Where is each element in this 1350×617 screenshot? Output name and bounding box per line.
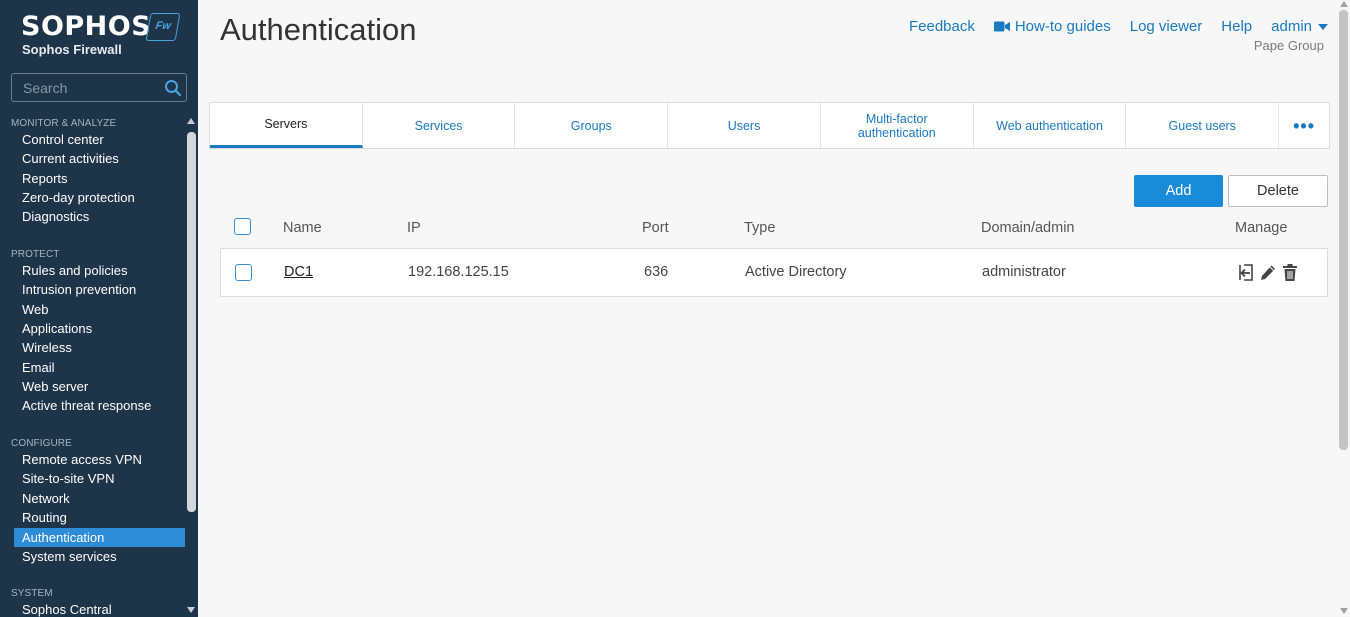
sidebar-item-zero-day-protection[interactable]: Zero-day protection [14,188,185,207]
sidebar-nav: MONITOR & ANALYZE Control center Current… [0,108,185,617]
product-name: Sophos Firewall [22,42,122,57]
search-input[interactable] [12,74,162,101]
page-title: Authentication [220,12,417,47]
main-scrollbar-thumb[interactable] [1339,10,1348,450]
server-ip: 192.168.125.15 [408,264,509,280]
tab-bar: Servers Services Groups Users Multi-fact… [209,102,1330,149]
column-header-manage: Manage [1235,220,1288,236]
more-tabs-button[interactable]: ••• [1279,103,1329,148]
nav-section-title: MONITOR & ANALYZE [11,118,117,129]
sidebar-item-rules-and-policies[interactable]: Rules and policies [14,261,185,280]
select-all-checkbox[interactable] [234,218,251,235]
server-port: 636 [644,264,669,280]
sidebar-item-diagnostics[interactable]: Diagnostics [14,207,185,226]
sidebar-item-authentication[interactable]: Authentication [14,528,185,547]
sidebar-item-routing[interactable]: Routing [14,508,185,527]
trash-icon[interactable] [1281,263,1299,282]
tab-multi-factor-authentication[interactable]: Multi-factor authentication [821,103,974,148]
sidebar-item-control-center[interactable]: Control center [14,130,185,149]
column-header-port[interactable]: Port [642,220,669,236]
sidebar-item-web-server[interactable]: Web server [14,377,185,396]
sidebar-item-remote-access-vpn[interactable]: Remote access VPN [14,450,185,469]
sidebar-item-reports[interactable]: Reports [14,169,185,188]
user-menu[interactable]: admin [1271,18,1328,35]
tab-services[interactable]: Services [363,103,516,148]
column-header-type[interactable]: Type [744,220,775,236]
column-header-domain-admin[interactable]: Domain/admin [981,220,1075,236]
tab-users[interactable]: Users [668,103,821,148]
sidebar-item-active-threat-response[interactable]: Active threat response [14,396,185,415]
sidebar-item-applications[interactable]: Applications [14,319,185,338]
server-name-link[interactable]: DC1 [284,264,313,280]
sidebar-scrollbar-thumb[interactable] [187,132,196,512]
server-type: Active Directory [745,264,847,280]
sidebar-item-network[interactable]: Network [14,489,185,508]
table-header: Name IP Port Type Domain/admin Manage [220,214,1328,246]
chevron-down-icon [1318,24,1328,30]
brand: SOPHOS Fw Sophos Firewall [21,12,186,62]
feedback-link[interactable]: Feedback [909,18,975,35]
search-icon[interactable] [164,79,182,97]
tab-web-authentication[interactable]: Web authentication [974,103,1127,148]
sidebar-item-web[interactable]: Web [14,300,185,319]
help-link[interactable]: Help [1221,18,1252,35]
search-box [11,73,187,102]
server-domain-admin: administrator [982,264,1066,280]
sidebar-item-wireless[interactable]: Wireless [14,338,185,357]
user-name: admin [1271,17,1312,35]
tab-groups[interactable]: Groups [515,103,669,148]
add-button[interactable]: Add [1134,175,1223,207]
organization-name: Pape Group [1253,38,1324,53]
pencil-icon[interactable] [1259,263,1277,282]
sophos-logo: SOPHOS [21,11,152,42]
scroll-up-arrow-icon[interactable] [187,118,195,124]
scroll-down-arrow-icon[interactable] [1340,608,1348,614]
sidebar-item-email[interactable]: Email [14,358,185,377]
delete-button[interactable]: Delete [1228,175,1328,207]
sidebar: SOPHOS Fw Sophos Firewall MONITOR & ANAL… [0,0,198,617]
column-header-name[interactable]: Name [283,220,322,236]
nav-section-title: PROTECT [11,249,60,260]
tab-servers[interactable]: Servers [210,103,363,148]
howto-guides-link[interactable]: How-to guides [993,17,1111,35]
row-manage-actions [1237,263,1303,282]
sidebar-item-intrusion-prevention[interactable]: Intrusion prevention [14,280,185,299]
howto-guides-label: How-to guides [1014,17,1111,35]
video-camera-icon [993,21,1010,31]
nav-section-title: SYSTEM [11,588,53,599]
import-icon[interactable] [1237,263,1255,282]
tab-guest-users[interactable]: Guest users [1126,103,1280,148]
column-header-ip[interactable]: IP [407,220,421,236]
scroll-up-arrow-icon[interactable] [1340,1,1348,7]
log-viewer-link[interactable]: Log viewer [1130,18,1203,35]
sidebar-item-current-activities[interactable]: Current activities [14,149,185,168]
sidebar-item-sophos-central[interactable]: Sophos Central [14,600,185,617]
sidebar-item-system-services[interactable]: System services [14,547,185,566]
top-links: Feedback How-to guides Log viewer Help a… [890,15,1328,37]
sidebar-item-site-to-site-vpn[interactable]: Site-to-site VPN [14,469,185,488]
nav-section-title: CONFIGURE [11,438,72,449]
scroll-down-arrow-icon[interactable] [187,607,195,613]
row-checkbox[interactable] [235,264,252,281]
firewall-badge: Fw [145,13,181,41]
table-row: DC1 192.168.125.15 636 Active Directory … [220,248,1328,297]
